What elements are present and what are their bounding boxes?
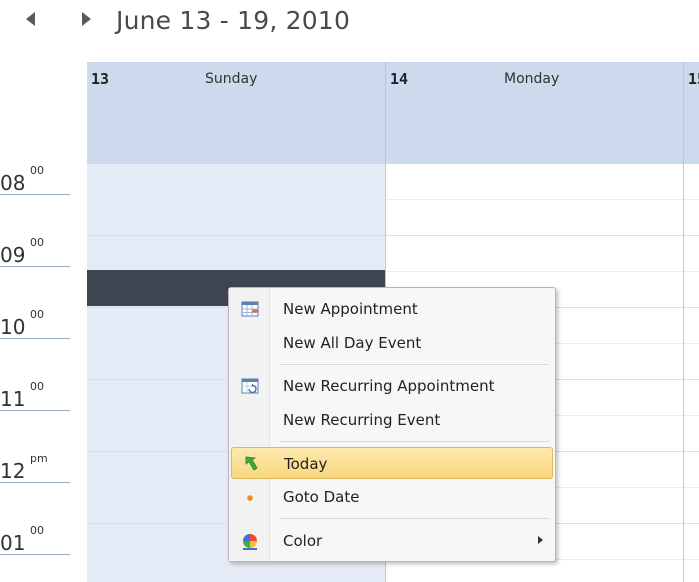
time-slot[interactable] — [684, 488, 699, 524]
time-slot[interactable] — [386, 200, 683, 236]
day-header-sunday[interactable]: 13 Sunday — [87, 62, 386, 164]
next-week-button[interactable] — [79, 10, 95, 30]
menu-separator — [279, 518, 549, 519]
day-number: 15 — [688, 70, 699, 88]
time-slot[interactable] — [684, 416, 699, 452]
time-slot[interactable] — [684, 236, 699, 272]
hour-suffix: 00 — [30, 164, 44, 177]
time-slot[interactable] — [87, 164, 385, 200]
time-slot[interactable] — [684, 452, 699, 488]
time-slot[interactable] — [684, 164, 699, 200]
hour-number: 09 — [0, 243, 26, 267]
time-slot[interactable] — [684, 272, 699, 308]
menu-item-label: Color — [283, 532, 323, 550]
menu-item-label: New Recurring Appointment — [283, 377, 495, 395]
day-header-monday[interactable]: 14 Monday — [386, 62, 684, 164]
context-menu: New Appointment New All Day Event New Re… — [228, 287, 556, 562]
menu-item-color[interactable]: Color — [231, 525, 553, 557]
day-name: Monday — [504, 71, 560, 87]
hour-suffix: pm — [30, 452, 48, 465]
hour-number: 10 — [0, 315, 26, 339]
time-slot[interactable] — [684, 524, 699, 560]
menu-item-new-appointment[interactable]: New Appointment — [231, 293, 553, 325]
color-wheel-icon — [241, 532, 259, 550]
time-slot[interactable] — [87, 200, 385, 236]
hour-suffix: 00 — [30, 524, 44, 537]
hour-label: 01 00 — [0, 524, 70, 555]
hour-number: 11 — [0, 387, 26, 411]
hour-suffix: 00 — [30, 380, 44, 393]
green-arrow-icon — [242, 455, 260, 473]
menu-item-new-all-day-event[interactable]: New All Day Event — [231, 327, 553, 359]
day-name: Sunday — [205, 71, 258, 87]
day-number: 13 — [91, 70, 110, 88]
date-range-title: June 13 - 19, 2010 — [116, 6, 351, 35]
menu-item-label: New All Day Event — [283, 334, 422, 352]
time-slot[interactable] — [684, 200, 699, 236]
hour-label: 08 00 — [0, 164, 70, 195]
time-slot[interactable] — [684, 344, 699, 380]
triangle-left-icon — [26, 12, 35, 26]
menu-item-label: Goto Date — [283, 488, 360, 506]
menu-item-label: Today — [284, 455, 328, 473]
hour-number: 12 — [0, 459, 26, 483]
time-slot[interactable] — [87, 236, 385, 272]
hour-label: 10 00 — [0, 308, 70, 339]
submenu-arrow-icon — [538, 536, 543, 544]
hour-number: 01 — [0, 531, 26, 555]
day-number: 14 — [390, 70, 409, 88]
menu-separator — [279, 441, 549, 442]
menu-item-new-recurring-event[interactable]: New Recurring Event — [231, 404, 553, 436]
time-slot[interactable] — [684, 308, 699, 344]
menu-item-label: New Appointment — [283, 300, 418, 318]
menu-separator — [279, 364, 549, 365]
menu-item-today[interactable]: Today — [231, 447, 553, 479]
previous-week-button[interactable] — [24, 10, 40, 30]
hour-suffix: 00 — [30, 236, 44, 249]
time-column: 08 00 09 00 10 00 11 00 12 pm 01 00 — [0, 164, 87, 582]
hour-suffix: 00 — [30, 308, 44, 321]
hour-label: 11 00 — [0, 380, 70, 411]
menu-item-new-recurring-appointment[interactable]: New Recurring Appointment — [231, 370, 553, 402]
menu-item-goto-date[interactable]: Goto Date — [231, 481, 553, 513]
day-header-tuesday[interactable]: 15 — [684, 62, 699, 164]
calendar-navigation: June 13 - 19, 2010 — [0, 0, 699, 62]
time-slot[interactable] — [386, 164, 683, 200]
triangle-right-icon — [82, 12, 91, 26]
hour-label: 09 00 — [0, 236, 70, 267]
time-slot[interactable] — [386, 236, 683, 272]
orange-dot-icon — [241, 488, 259, 506]
hour-number: 08 — [0, 171, 26, 195]
menu-item-label: New Recurring Event — [283, 411, 441, 429]
recurring-calendar-icon — [241, 377, 259, 395]
hour-label: 12 pm — [0, 452, 70, 483]
day-column-tuesday[interactable] — [684, 164, 699, 582]
calendar-grid-icon — [241, 300, 259, 318]
time-slot[interactable] — [684, 380, 699, 416]
